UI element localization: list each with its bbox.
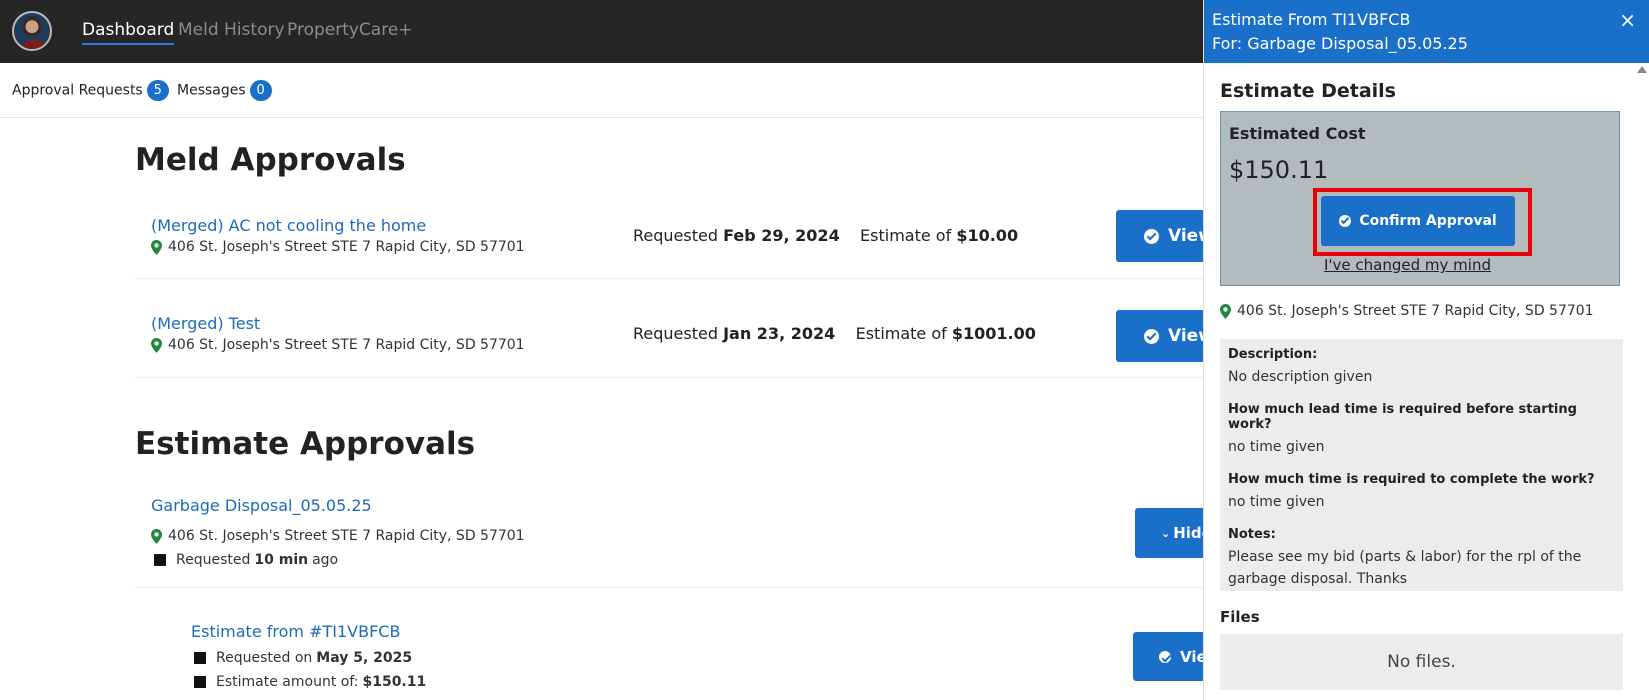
tab-approval-requests-label: Approval Requests [12, 82, 143, 99]
estimate-requested: Requested 10 min ago [154, 552, 338, 568]
nav-meld-history[interactable]: Meld History [178, 20, 285, 40]
meld-approval-card: (Merged) Test 406 St. Joseph's Street ST… [135, 294, 1205, 378]
estimate-details-heading: Estimate Details [1220, 80, 1396, 102]
confirm-approval-label: Confirm Approval [1359, 213, 1497, 229]
sub-tab-bar: Approval Requests 5 Messages 0 [0, 63, 1203, 118]
estimate-address-text: 406 St. Joseph's Street STE 7 Rapid City… [168, 528, 525, 544]
estimate-info-box: Description: No description given How mu… [1220, 339, 1623, 591]
estimate-approval-card: Garbage Disposal_05.05.25 406 St. Joseph… [135, 486, 1205, 588]
sub-requested-on: Requested on May 5, 2025 [194, 650, 416, 666]
estimated-cost-value: $150.11 [1229, 156, 1329, 184]
square-bullet-icon [194, 676, 206, 688]
requested-date: Jan 23, 2024 [723, 324, 836, 343]
estimate-approvals-heading: Estimate Approvals [135, 426, 476, 462]
panel-subtitle: For: Garbage Disposal_05.05.25 [1212, 34, 1468, 53]
map-pin-icon [151, 528, 162, 544]
view-estimate-button[interactable]: View [1133, 632, 1205, 681]
map-pin-icon [1220, 303, 1231, 319]
check-circle-icon [1159, 650, 1171, 663]
messages-count-badge: 0 [249, 80, 272, 101]
check-circle-icon [1144, 328, 1159, 344]
chevron-down-icon: ⌄ [1161, 526, 1171, 540]
square-bullet-icon [154, 554, 166, 566]
user-avatar[interactable] [12, 11, 52, 51]
meld-approvals-heading: Meld Approvals [135, 142, 406, 178]
hide-button-label: Hide [1173, 524, 1205, 542]
panel-address-text: 406 St. Joseph's Street STE 7 Rapid City… [1237, 303, 1594, 319]
meld-approval-card: (Merged) AC not cooling the home 406 St.… [135, 196, 1205, 279]
sub-estimate-amount: Estimate amount of: $150.11 [194, 674, 430, 690]
amount-value: $150.11 [362, 674, 427, 690]
files-empty-text: No files. [1387, 652, 1456, 672]
info-answer: Please see my bid (parts & labor) for th… [1228, 549, 1582, 587]
square-bullet-icon [194, 652, 206, 664]
meld-address-text: 406 St. Joseph's Street STE 7 Rapid City… [168, 337, 525, 353]
requested-on-prefix: Requested on [216, 650, 313, 666]
meld-request-info: Requested Jan 23, 2024 Estimate of $1001… [633, 324, 1036, 343]
files-empty-box: No files. [1220, 634, 1623, 690]
check-circle-icon [1339, 215, 1352, 227]
check-circle-icon [1144, 228, 1159, 244]
estimate-address: 406 St. Joseph's Street STE 7 Rapid City… [151, 528, 525, 544]
hide-estimate-button[interactable]: ⌄ Hide [1135, 508, 1205, 558]
view-button-label: View [1168, 226, 1205, 246]
tab-messages[interactable]: Messages 0 [177, 80, 272, 101]
estimate-side-panel: Estimate From TI1VBFCB For: Garbage Disp… [1203, 0, 1649, 700]
nav-propertycare[interactable]: PropertyCare+ [287, 20, 413, 40]
estimate-amount: $1001.00 [951, 324, 1036, 343]
info-answer: no time given [1228, 439, 1325, 455]
meld-address: 406 St. Joseph's Street STE 7 Rapid City… [151, 337, 525, 353]
approval-count-badge: 5 [146, 80, 169, 101]
info-answer: no time given [1228, 494, 1325, 510]
meld-title-link[interactable]: (Merged) AC not cooling the home [151, 216, 426, 235]
requested-suffix: ago [312, 552, 339, 568]
estimate-sub-item: Estimate from #TI1VBFCB Requested on May… [175, 600, 1205, 700]
tab-messages-label: Messages [177, 82, 246, 99]
view-button-label: View [1168, 326, 1205, 346]
confirm-approval-button[interactable]: Confirm Approval [1321, 196, 1515, 246]
meld-address-text: 406 St. Joseph's Street STE 7 Rapid City… [168, 239, 525, 255]
view-meld-button[interactable]: View [1116, 210, 1205, 262]
requested-prefix: Requested [633, 324, 718, 343]
requested-on-date: May 5, 2025 [316, 650, 413, 666]
scroll-up-icon[interactable] [1637, 66, 1647, 73]
requested-prefix: Requested [633, 226, 718, 245]
estimated-cost-box: Estimated Cost $150.11 Confirm Approval … [1220, 111, 1620, 286]
info-question: How much lead time is required before st… [1228, 402, 1577, 432]
estimate-title-link[interactable]: Garbage Disposal_05.05.25 [151, 496, 372, 515]
meld-title-link[interactable]: (Merged) Test [151, 314, 260, 333]
panel-title: Estimate From TI1VBFCB [1212, 10, 1411, 29]
panel-header: Estimate From TI1VBFCB For: Garbage Disp… [1204, 0, 1649, 63]
tab-approval-requests[interactable]: Approval Requests 5 [12, 80, 169, 101]
estimated-cost-label: Estimated Cost [1229, 124, 1366, 143]
amount-prefix: Estimate amount of: [216, 674, 359, 690]
requested-value: 10 min [254, 552, 309, 568]
map-pin-icon [151, 239, 162, 255]
map-pin-icon [151, 337, 162, 353]
panel-address: 406 St. Joseph's Street STE 7 Rapid City… [1220, 303, 1594, 319]
requested-prefix: Requested [176, 552, 251, 568]
nav-dashboard[interactable]: Dashboard [82, 20, 175, 45]
view-estimate-label: View [1180, 647, 1205, 666]
info-question: Description: [1228, 347, 1318, 362]
info-question: Notes: [1228, 527, 1276, 542]
info-question: How much time is required to complete th… [1228, 472, 1595, 487]
estimate-prefix: Estimate of [860, 226, 952, 245]
close-icon[interactable]: × [1619, 8, 1636, 32]
view-meld-button[interactable]: View [1116, 310, 1205, 362]
estimate-prefix: Estimate of [855, 324, 947, 343]
estimate-from-link[interactable]: Estimate from #TI1VBFCB [191, 622, 400, 641]
meld-address: 406 St. Joseph's Street STE 7 Rapid City… [151, 239, 525, 255]
meld-request-info: Requested Feb 29, 2024 Estimate of $10.0… [633, 226, 1018, 245]
requested-date: Feb 29, 2024 [723, 226, 840, 245]
files-heading: Files [1220, 608, 1260, 626]
info-answer: No description given [1228, 369, 1373, 385]
changed-mind-link[interactable]: I've changed my mind [1324, 256, 1491, 274]
estimate-amount: $10.00 [956, 226, 1019, 245]
